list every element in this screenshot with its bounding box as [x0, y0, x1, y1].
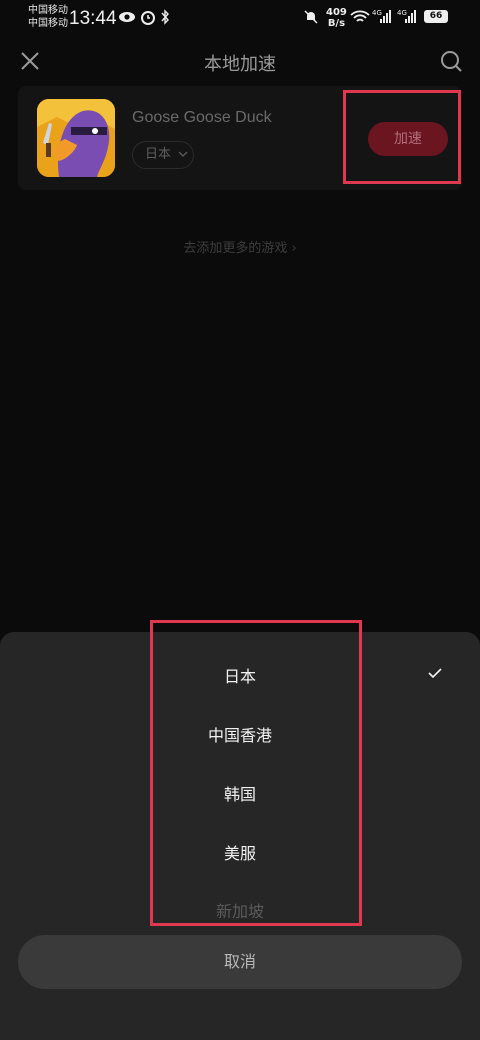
game-name: Goose Goose Duck	[132, 109, 272, 126]
clock: 13:44	[69, 8, 117, 29]
highlight-box-boost	[343, 90, 461, 184]
region-label: 日本	[145, 147, 172, 162]
signal-icon-2: 4G	[397, 9, 416, 23]
eye-icon	[119, 12, 135, 22]
region-selector[interactable]: 日本	[132, 141, 194, 169]
page-title: 本地加速	[204, 54, 276, 75]
signal-icon-1: 4G	[372, 9, 391, 23]
search-icon[interactable]	[440, 50, 462, 72]
bluetooth-icon	[161, 9, 169, 25]
goose-illustration	[37, 99, 115, 177]
chevron-down-icon	[178, 151, 188, 157]
carrier-1: 中国移动	[28, 5, 68, 16]
game-thumbnail	[37, 99, 115, 177]
svg-text:4G: 4G	[372, 9, 382, 17]
alarm-icon	[141, 11, 155, 25]
highlight-box-regions	[150, 620, 362, 926]
check-icon	[428, 668, 442, 679]
cancel-button[interactable]: 取消	[18, 935, 462, 989]
network-speed: 409 B/s	[326, 7, 347, 29]
carrier-2: 中国移动	[28, 18, 68, 29]
wifi-icon	[350, 10, 370, 22]
mute-icon	[304, 10, 318, 24]
svg-text:4G: 4G	[397, 9, 407, 17]
battery-icon: 66	[424, 10, 448, 23]
add-more-games-link[interactable]: 去添加更多的游戏 ›	[0, 237, 480, 256]
